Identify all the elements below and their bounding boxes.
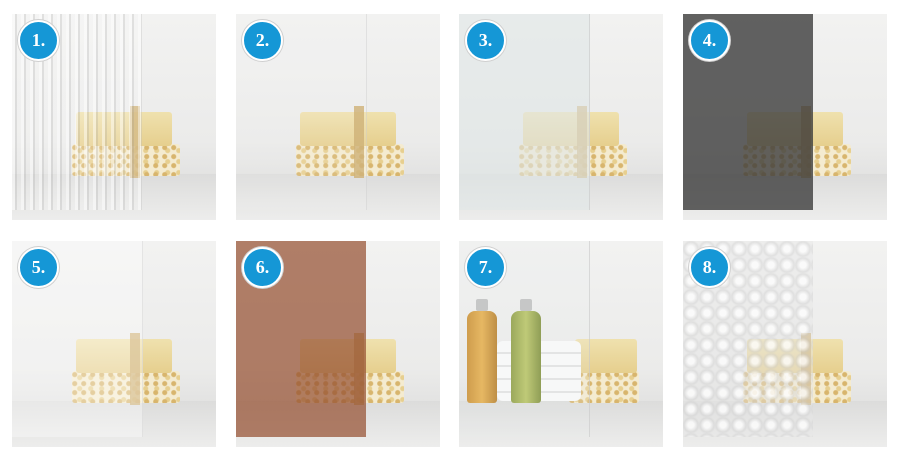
number-badge: 4. xyxy=(689,20,730,61)
glass-sample-tile-2: 2. xyxy=(236,14,440,220)
number-badge: 2. xyxy=(242,20,283,61)
glass-sample-tile-7: 7. xyxy=(459,241,663,447)
number-badge: 7. xyxy=(465,247,506,288)
glass-sample-tile-6: 6. xyxy=(236,241,440,447)
number-badge: 5. xyxy=(18,247,59,288)
glass-sample-tile-5: 5. xyxy=(12,241,216,447)
number-badge: 3. xyxy=(465,20,506,61)
glass-sample-tile-3: 3. xyxy=(459,14,663,220)
number-badge: 1. xyxy=(18,20,59,61)
glass-sample-tile-1: 1. xyxy=(12,14,216,220)
number-badge: 8. xyxy=(689,247,730,288)
number-badge: 6. xyxy=(242,247,283,288)
glass-sample-tile-8: 8. xyxy=(683,241,887,447)
glass-sample-tile-4: 4. xyxy=(683,14,887,220)
